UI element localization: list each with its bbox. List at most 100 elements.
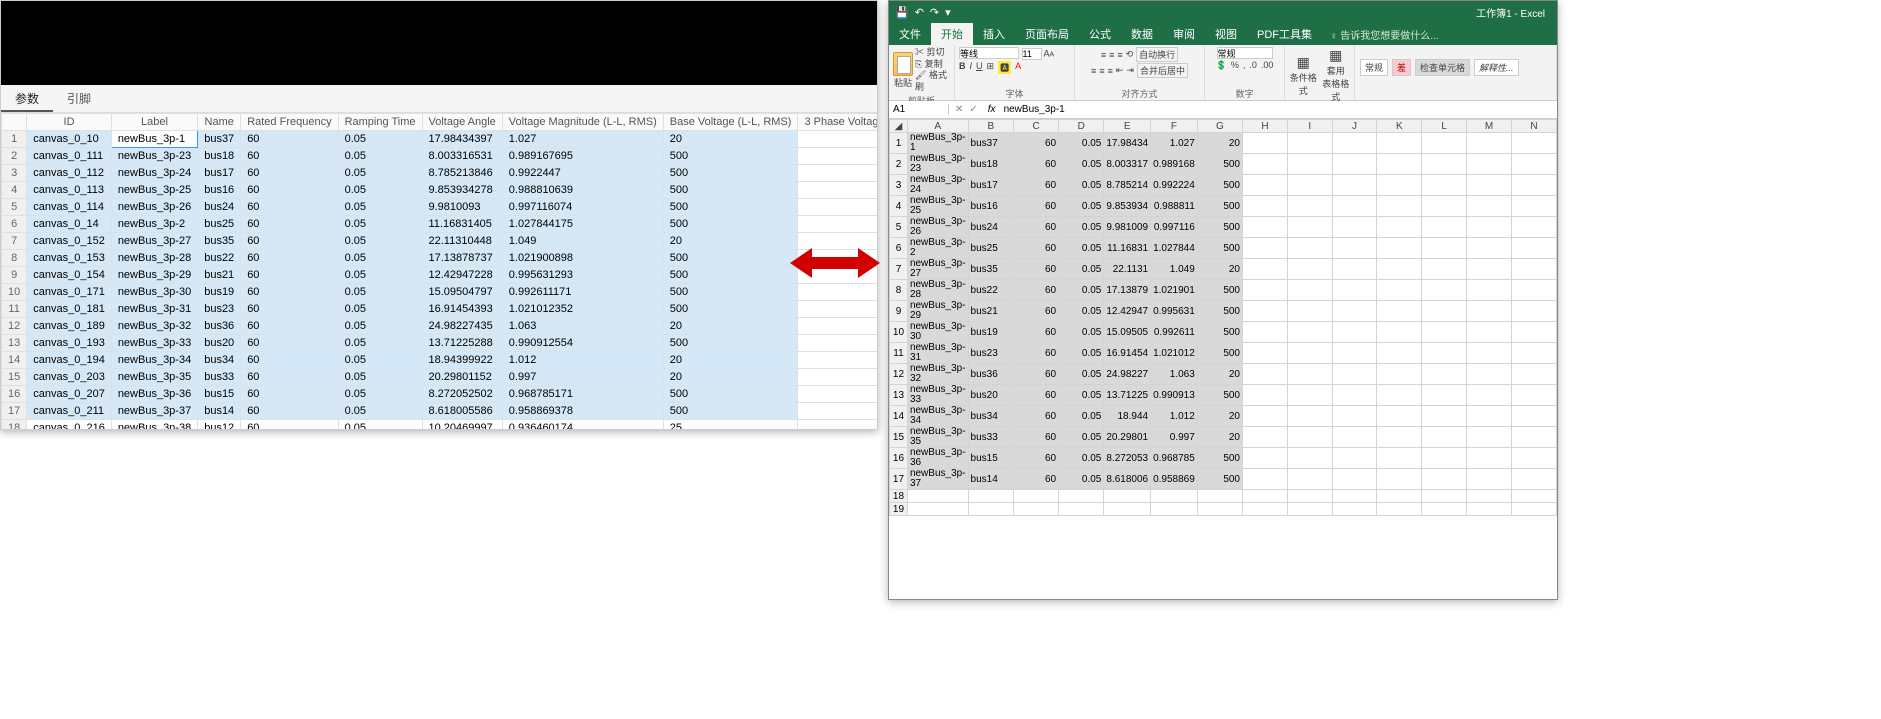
table-row[interactable]: 8canvas_0_153newBus_3p-28bus22600.0517.1… (2, 250, 878, 267)
excel-row[interactable]: 3newBus_3p-24bus17600.058.7852140.992224… (890, 175, 1557, 196)
excel-cell[interactable] (1243, 427, 1288, 448)
excel-cell[interactable]: 60 (1014, 217, 1059, 238)
excel-cell[interactable]: 8.618006 (1104, 469, 1151, 490)
col-header-F[interactable]: F (1151, 120, 1198, 133)
excel-cell[interactable]: 500 (1197, 238, 1242, 259)
excel-cell[interactable] (1422, 217, 1467, 238)
cell[interactable]: 0.05 (338, 148, 422, 165)
cell[interactable]: 8.003316531 (422, 148, 502, 165)
excel-cell[interactable] (1422, 503, 1467, 516)
cell[interactable]: 0.958869378 (502, 403, 663, 420)
row-number[interactable]: 17 (890, 469, 908, 490)
menu-review[interactable]: 审阅 (1163, 23, 1205, 45)
cell[interactable]: 15.09504797 (422, 284, 502, 301)
cell[interactable]: newBus_3p-35 (111, 369, 197, 386)
excel-cell[interactable] (1512, 385, 1557, 406)
excel-cell[interactable]: 1.049 (1151, 259, 1198, 280)
col-header-N[interactable]: N (1512, 120, 1557, 133)
row-number[interactable]: 14 (890, 406, 908, 427)
excel-row[interactable]: 8newBus_3p-28bus22600.0517.138791.021901… (890, 280, 1557, 301)
excel-cell[interactable] (968, 490, 1014, 503)
cell[interactable]: canvas_0_154 (27, 267, 112, 284)
excel-cell[interactable] (1422, 301, 1467, 322)
excel-cell[interactable] (1422, 469, 1467, 490)
excel-cell[interactable] (1512, 133, 1557, 154)
excel-cell[interactable]: bus33 (968, 427, 1014, 448)
col-header-B[interactable]: B (968, 120, 1014, 133)
excel-cell[interactable] (1243, 259, 1288, 280)
excel-cell[interactable]: 0.992224 (1151, 175, 1198, 196)
dec-inc-icon[interactable]: .0 (1249, 60, 1257, 71)
excel-cell[interactable] (1512, 427, 1557, 448)
excel-cell[interactable]: 60 (1014, 238, 1059, 259)
row-number[interactable]: 13 (890, 385, 908, 406)
cell[interactable]: 0.05 (338, 199, 422, 216)
excel-cell[interactable] (1512, 469, 1557, 490)
excel-row[interactable]: 14newBus_3p-34bus34600.0518.9441.01220 (890, 406, 1557, 427)
excel-cell[interactable]: 500 (1197, 280, 1242, 301)
excel-cell[interactable] (1422, 364, 1467, 385)
excel-cell[interactable] (1287, 385, 1332, 406)
cell[interactable] (798, 386, 877, 403)
excel-cell[interactable] (1059, 490, 1104, 503)
cell[interactable]: 500 (663, 250, 798, 267)
excel-cell[interactable] (1422, 259, 1467, 280)
excel-cell[interactable] (1422, 385, 1467, 406)
excel-cell[interactable] (1332, 427, 1377, 448)
excel-cell[interactable] (1467, 448, 1512, 469)
excel-cell[interactable] (1422, 406, 1467, 427)
excel-cell[interactable] (1377, 259, 1422, 280)
excel-cell[interactable] (1422, 322, 1467, 343)
cell[interactable] (798, 335, 877, 352)
row-number[interactable]: 11 (890, 343, 908, 364)
cell[interactable]: 0.05 (338, 216, 422, 233)
excel-cell[interactable]: 1.063 (1151, 364, 1198, 385)
excel-cell[interactable]: 0.05 (1059, 238, 1104, 259)
excel-cell[interactable] (1287, 133, 1332, 154)
excel-cell[interactable] (1512, 259, 1557, 280)
excel-cell[interactable] (1243, 469, 1288, 490)
excel-cell[interactable]: 20 (1197, 133, 1242, 154)
menu-pdf[interactable]: PDF工具集 (1247, 23, 1322, 45)
percent-icon[interactable]: % (1231, 60, 1239, 71)
excel-cell[interactable]: 500 (1197, 217, 1242, 238)
excel-cell[interactable] (1467, 301, 1512, 322)
cell[interactable]: 25 (663, 420, 798, 430)
excel-cell[interactable] (1512, 196, 1557, 217)
excel-cell[interactable] (1287, 217, 1332, 238)
excel-cell[interactable] (1422, 133, 1467, 154)
col-header-I[interactable]: I (1287, 120, 1332, 133)
dec-dec-icon[interactable]: .00 (1261, 60, 1274, 71)
table-row[interactable]: 14canvas_0_194newBus_3p-34bus34600.0518.… (2, 352, 878, 369)
excel-cell[interactable] (1377, 427, 1422, 448)
cell[interactable]: newBus_3p-31 (111, 301, 197, 318)
excel-cell[interactable] (1377, 469, 1422, 490)
cut-button[interactable]: ✂ 剪切 (915, 47, 950, 59)
cell[interactable]: canvas_0_10 (27, 131, 112, 148)
menu-layout[interactable]: 页面布局 (1015, 23, 1079, 45)
cell[interactable]: bus37 (198, 131, 241, 148)
cell[interactable]: 1.027 (502, 131, 663, 148)
excel-cell[interactable] (1377, 238, 1422, 259)
excel-cell[interactable] (1512, 490, 1557, 503)
font-color-button[interactable]: A (1015, 61, 1021, 74)
table-row[interactable]: 13canvas_0_193newBus_3p-33bus20600.0513.… (2, 335, 878, 352)
excel-cell[interactable] (1512, 217, 1557, 238)
excel-cell[interactable] (1287, 196, 1332, 217)
excel-cell[interactable] (1332, 385, 1377, 406)
excel-cell[interactable]: 0.990913 (1151, 385, 1198, 406)
excel-cell[interactable] (1467, 427, 1512, 448)
excel-cell[interactable]: 1.027 (1151, 133, 1198, 154)
cell[interactable]: 500 (663, 148, 798, 165)
excel-cell[interactable] (1287, 490, 1332, 503)
excel-cell[interactable]: 0.05 (1059, 406, 1104, 427)
font-name-select[interactable] (959, 47, 1019, 59)
excel-cell[interactable] (1332, 133, 1377, 154)
row-number[interactable]: 10 (890, 322, 908, 343)
cell[interactable]: 14 (2, 352, 27, 369)
tell-me-input[interactable]: ♀ 告诉我您想要做什么... (1322, 27, 1439, 42)
cell[interactable]: 16 (2, 386, 27, 403)
excel-cell[interactable] (907, 503, 968, 516)
cell[interactable]: 0.05 (338, 301, 422, 318)
excel-cell[interactable] (1467, 217, 1512, 238)
